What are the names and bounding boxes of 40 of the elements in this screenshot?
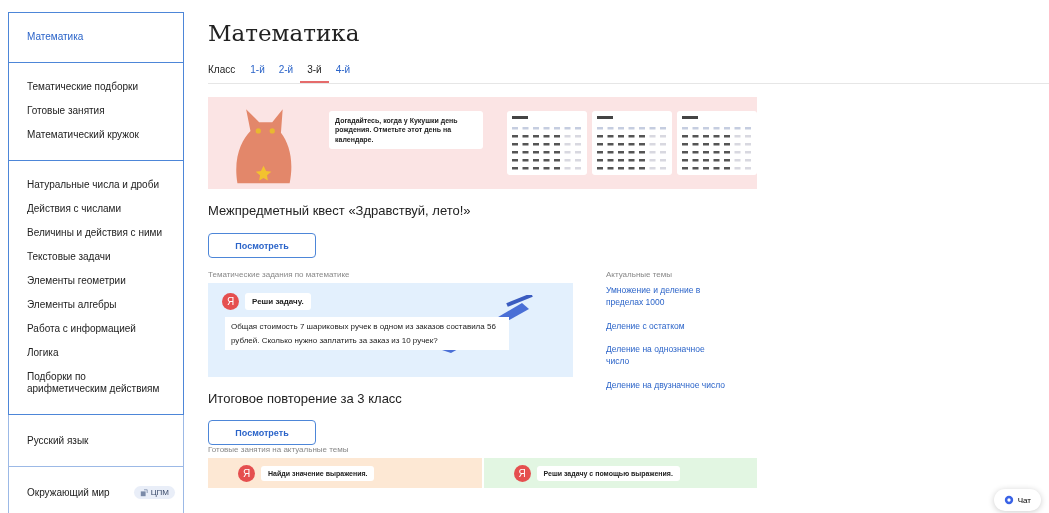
sidebar-item[interactable]: Тематические подборки [9,75,183,99]
chat-button[interactable]: Чат [993,489,1041,511]
chat-icon [1003,495,1014,505]
logo-icon: Я [513,464,531,482]
sidebar-item[interactable]: Величины и действия с ними [9,221,183,245]
section-caption: Тематические задания по математике [208,270,351,279]
sidebar-item[interactable]: Действия с числами [9,197,183,221]
topic-link[interactable]: Умножение и деление в пределах 1000 [606,284,726,309]
cpm-badge: ЦПМ [133,486,175,499]
topics-caption: Актуальные темы [606,270,673,279]
grade-tab[interactable]: 3-й [300,60,329,83]
view-button[interactable]: Посмотреть [208,420,316,445]
grade-tab[interactable]: 1-й [243,60,272,83]
topic-link[interactable]: Деление на однозначное число [606,342,726,368]
sidebar-item[interactable]: Логика [9,341,183,365]
grade-tab[interactable]: 2-й [271,60,301,83]
sidebar-item[interactable]: Элементы алгебры [9,293,183,317]
logo-icon: Я [222,293,239,310]
grade-label: Класс [208,63,237,77]
section-title: Итоговое повторение за 3 класс [208,391,403,406]
task-text: Общая стоимость 7 шариковых ручек в одном из заказов составила 56 рублей. Сколько нужно заплатить за заказ из 10 ручек? [225,317,509,351]
sidebar-item[interactable]: Элементы геометрии [9,269,183,293]
sidebar-item[interactable]: Натуральные числа и дроби [9,173,183,197]
subject-link[interactable]: Окружающий мир [9,480,128,505]
task-card[interactable]: Я Реши задачу. Общая стоимость 7 шариковых ручек в одном из заказов составила 56 рублей. Сколько нужно заплатить за заказ из 10 ручек? [208,283,573,377]
view-button[interactable]: Посмотреть [208,233,316,258]
sidebar-item[interactable]: Текстовые задачи [9,245,183,269]
section-title: Межпредметный квест «Здравствуй, лето!» [208,203,472,218]
topic-link[interactable]: Деление с остатком [606,319,726,332]
sidebar-item[interactable]: Подборки по арифметическим действиям [9,365,183,401]
sidebar-item[interactable]: Математический кружок [9,123,183,147]
sidebar-item[interactable]: Математика [9,25,183,49]
page-title: Математика [208,20,361,46]
logo-icon: Я [238,464,255,482]
grade-tab[interactable]: 4-й [328,60,358,83]
topic-link[interactable]: Деление на двузначное число [606,378,726,391]
sidebar-item[interactable]: Готовые занятия [9,99,183,123]
sidebar-item[interactable]: Работа с информацией [9,317,183,341]
task-prompt: Реши задачу. [245,293,311,310]
section-caption: Готовые занятия на актуальные темы [208,445,350,454]
